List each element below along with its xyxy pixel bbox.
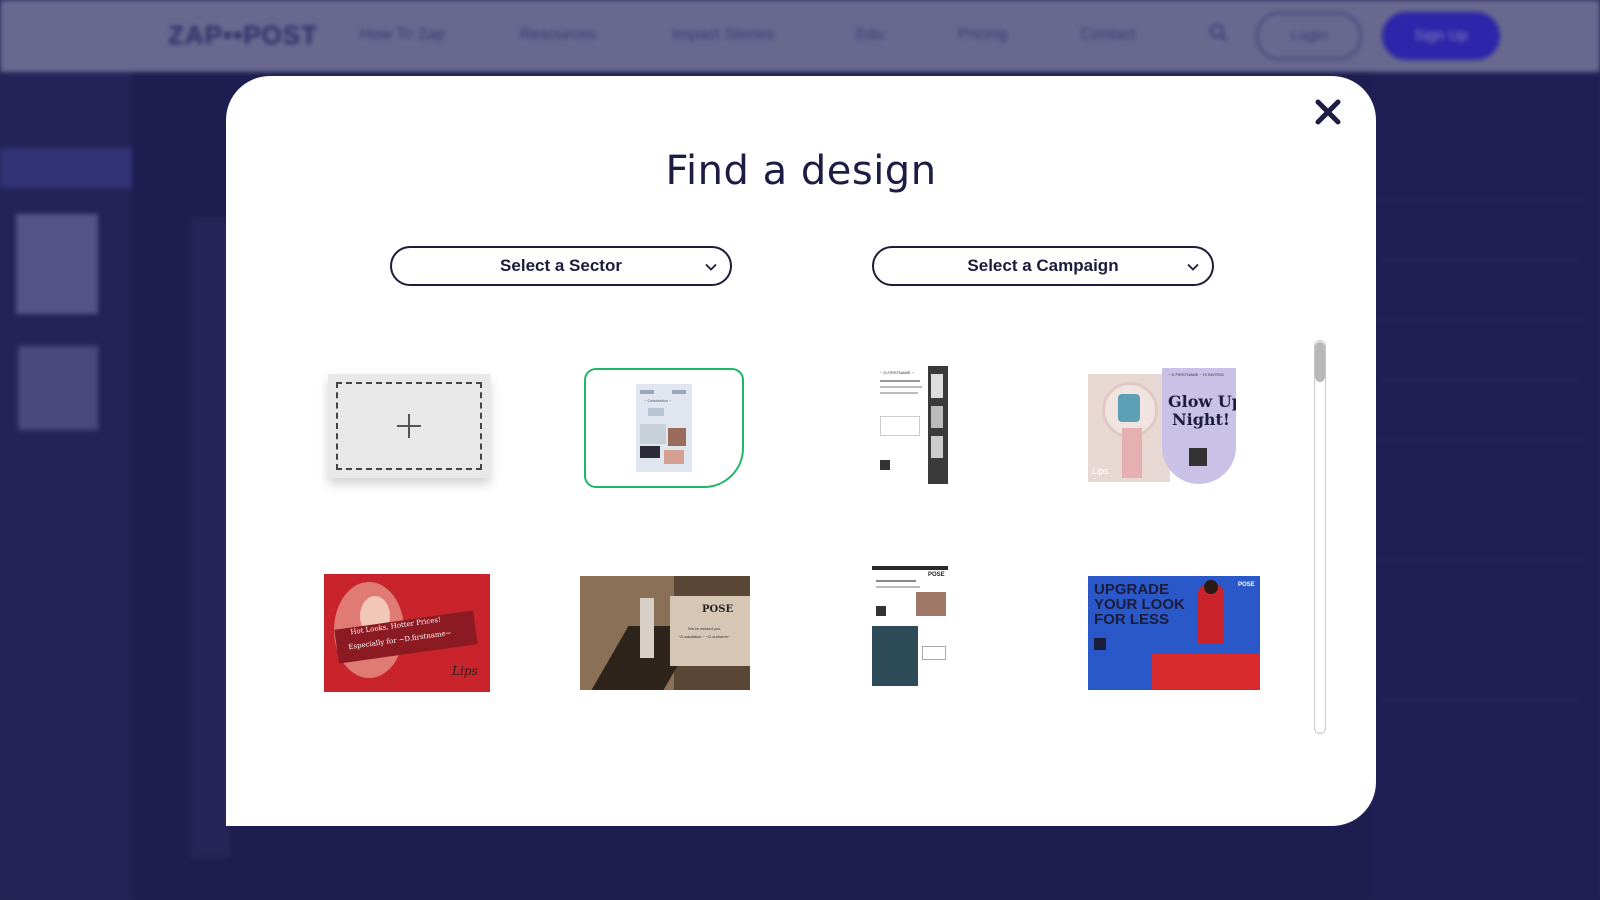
design-text: Lips — [452, 664, 478, 678]
modal-title: Find a design — [665, 148, 937, 194]
design-grid-scrollbar[interactable] — [1314, 340, 1326, 734]
design-card-upgrade-your-look[interactable]: UPGRADE YOUR LOOK FOR LESS POSE — [1088, 576, 1260, 690]
design-text: Lips — [1092, 466, 1109, 476]
design-card-fashion-letter[interactable]: ~ D.FIRSTNAME ~ — [876, 366, 948, 484]
sector-select[interactable]: Select a Sector — [390, 246, 732, 286]
design-text: ~ D.FIRSTNAME ~ — [880, 370, 915, 375]
design-text: YOUR LOOK — [1094, 596, 1185, 613]
design-text: Glow Up — [1168, 392, 1236, 411]
close-button[interactable] — [1310, 94, 1346, 130]
chevron-down-icon — [704, 260, 718, 274]
sector-select-label: Select a Sector — [500, 256, 622, 275]
design-thumbnail: Lips — [1088, 374, 1170, 482]
design-text: POSE — [702, 604, 734, 615]
campaign-select[interactable]: Select a Campaign — [872, 246, 1214, 286]
design-text: ~D.salutation ~ ~D.surname~ — [678, 634, 731, 639]
design-card-glow-up-night[interactable]: Lips ~ D.FIRSTNAME ~ IS INVITED Glow Up … — [1088, 368, 1236, 484]
find-design-modal: Find a design Select a Sector Select a C… — [226, 76, 1376, 826]
design-text: Night! — [1172, 410, 1230, 429]
design-card-pose-letter[interactable]: POSE — [872, 566, 948, 686]
design-text: UPGRADE — [1094, 581, 1170, 598]
design-text: FOR LESS — [1094, 611, 1170, 628]
design-card-hot-looks[interactable]: Hot Looks, Hotter Prices! Especially for… — [324, 574, 490, 692]
design-thumbnail: ~ Celebration ~ — [636, 384, 692, 472]
design-card-pose-missed-you[interactable]: POSE We've missed you, ~D.salutation ~ ~… — [580, 576, 750, 690]
plus-icon — [395, 412, 423, 440]
design-card-celebration-selected[interactable]: ~ Celebration ~ — [584, 368, 744, 488]
design-thumbnail: ~ D.FIRSTNAME ~ IS INVITED Glow Up Night… — [1162, 368, 1236, 484]
design-text: ~ Celebration ~ — [644, 398, 672, 403]
design-text: POSE — [928, 572, 945, 578]
design-text: ~ D.FIRSTNAME ~ IS INVITED — [1168, 372, 1224, 377]
blank-design-card[interactable] — [328, 374, 490, 478]
design-text: POSE — [1238, 582, 1255, 588]
close-icon — [1315, 99, 1341, 125]
design-text: We've missed you, — [688, 626, 722, 631]
scrollbar-thumb[interactable] — [1315, 342, 1325, 382]
chevron-down-icon — [1186, 260, 1200, 274]
campaign-select-label: Select a Campaign — [967, 256, 1119, 275]
